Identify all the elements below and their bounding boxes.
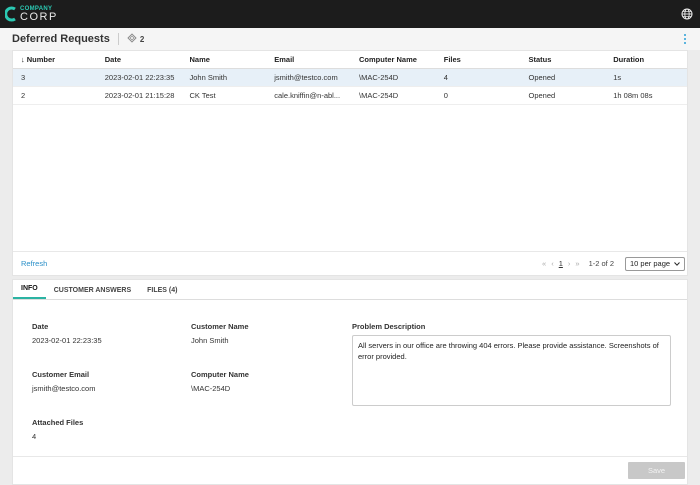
save-button[interactable]: Save (628, 462, 685, 479)
column-header-number[interactable]: ↓ Number (13, 55, 97, 64)
cell-name: John Smith (189, 73, 228, 82)
cell-files: 0 (443, 91, 448, 100)
date-label: Date (32, 322, 49, 331)
page-number[interactable]: 1 (559, 259, 563, 268)
sort-arrow-icon: ↓ (21, 55, 25, 64)
tab-info[interactable]: INFO (13, 285, 46, 299)
cell-computer-name: \MAC-254D (359, 73, 399, 82)
column-header-duration[interactable]: Duration (605, 55, 687, 64)
computer-name-label: Computer Name (191, 370, 249, 379)
date-value: 2023-02-01 22:23:35 (32, 336, 102, 345)
last-page-button[interactable]: » (575, 259, 579, 268)
chevron-down-icon (674, 259, 680, 268)
cell-number: 2 (21, 91, 26, 100)
refresh-link[interactable]: Refresh (21, 259, 47, 268)
cell-email: jsmith@testco.com (274, 73, 338, 82)
tab-customer-answers[interactable]: CUSTOMER ANSWERS (46, 287, 139, 299)
cell-computer-name: \MAC-254D (359, 91, 399, 100)
top-bar: COMPANY CORP (0, 0, 700, 28)
tag-icon (127, 33, 137, 45)
page-header: Deferred Requests 2 (0, 28, 700, 50)
request-count: 2 (139, 34, 145, 44)
company-logo[interactable]: COMPANY CORP (4, 6, 58, 23)
title-divider (117, 33, 119, 45)
table-row[interactable]: 2 2023-02-01 21:15:28 CK Test cale.kniff… (13, 87, 687, 105)
cell-status: Opened (528, 91, 556, 100)
prev-page-button[interactable]: ‹ (551, 259, 554, 268)
table-row[interactable]: 3 2023-02-01 22:23:35 John Smith jsmith@… (13, 69, 687, 87)
per-page-select[interactable]: 10 per page (625, 256, 685, 271)
pagination: « ‹ 1 › » 1-2 of 2 10 per page (542, 256, 687, 271)
customer-email-label: Customer Email (32, 370, 90, 379)
page-range: 1-2 of 2 (588, 259, 614, 268)
cell-status: Opened (528, 73, 556, 82)
cell-duration: 1h 08m 08s (613, 91, 653, 100)
problem-description-field[interactable]: All servers in our office are throwing 4… (352, 335, 671, 406)
detail-tabs: INFO CUSTOMER ANSWERS FILES (4) (13, 280, 687, 300)
kebab-menu-icon[interactable] (682, 33, 688, 45)
problem-description-label: Problem Description (352, 322, 426, 331)
cell-duration: 1s (613, 73, 622, 82)
cell-date: 2023-02-01 21:15:28 (104, 91, 175, 100)
cell-date: 2023-02-01 22:23:35 (104, 73, 175, 82)
column-header-status[interactable]: Status (521, 55, 606, 64)
tab-files[interactable]: FILES (4) (139, 287, 185, 299)
globe-icon[interactable] (680, 7, 694, 21)
customer-email-value: jsmith@testco.com (32, 384, 96, 393)
first-page-button[interactable]: « (542, 259, 546, 268)
logo-mark-icon (4, 6, 17, 22)
cell-email: cale.kniffin@n-abl... (274, 91, 341, 100)
column-header-name[interactable]: Name (182, 55, 267, 64)
column-header-files[interactable]: Files (436, 55, 521, 64)
table-footer: Refresh « ‹ 1 › » 1-2 of 2 10 per page (13, 251, 687, 275)
customer-name-value: John Smith (191, 336, 229, 345)
attached-files-value: 4 (32, 432, 37, 441)
cell-files: 4 (443, 73, 448, 82)
column-header-date[interactable]: Date (97, 55, 182, 64)
request-count-badge: 2 (127, 33, 144, 45)
next-page-button[interactable]: › (568, 259, 571, 268)
detail-panel: INFO CUSTOMER ANSWERS FILES (4) Date 202… (12, 279, 688, 485)
cell-number: 3 (21, 73, 26, 82)
requests-table: ↓ Number Date Name Email Computer Name Fi… (12, 50, 688, 276)
detail-footer: Save (13, 456, 687, 484)
logo-big-text: CORP (20, 10, 58, 23)
column-header-email[interactable]: Email (266, 55, 351, 64)
computer-name-value: \MAC-254D (191, 384, 231, 393)
page-title: Deferred Requests (12, 33, 110, 45)
attached-files-label: Attached Files (32, 418, 84, 427)
table-header: ↓ Number Date Name Email Computer Name Fi… (13, 51, 687, 69)
column-header-computer-name[interactable]: Computer Name (351, 55, 436, 64)
customer-name-label: Customer Name (191, 322, 249, 331)
cell-name: CK Test (189, 91, 216, 100)
